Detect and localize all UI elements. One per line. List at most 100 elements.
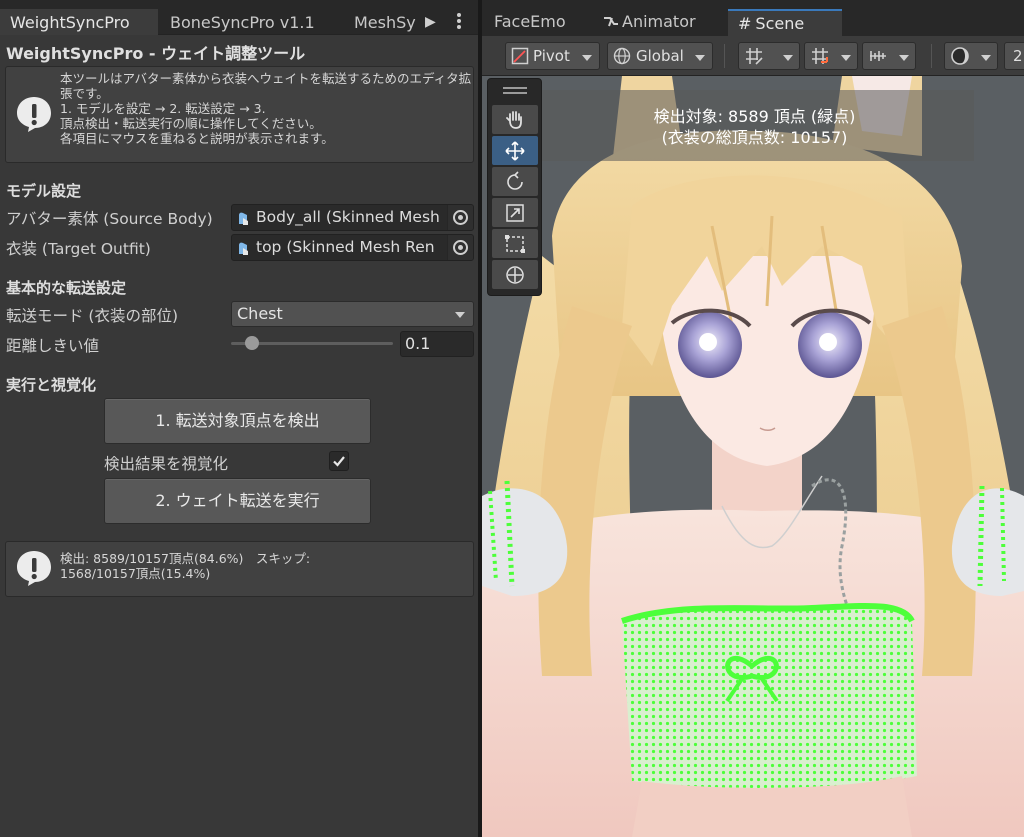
transfer-mode-label: 転送モード (衣装の部位) (6, 307, 179, 325)
help-line: 本ツールはアバター素体から衣装へウェイトを転送するためのエディタ拡 (60, 71, 472, 86)
tab-label: FaceEmo (494, 12, 566, 31)
distance-threshold-label: 距離しきい値 (6, 337, 100, 355)
distance-threshold-value: 0.1 (405, 334, 431, 353)
detect-vertices-button[interactable]: 1. 転送対象頂点を検出 (104, 398, 371, 444)
move-arrows-icon (505, 141, 525, 161)
ruler-icon (870, 51, 886, 61)
tab-animator[interactable]: Animator (593, 9, 706, 36)
tab-scene[interactable]: # Scene (728, 9, 842, 36)
scene-tools-overlay (487, 78, 542, 296)
overlay-line: 検出対象: 8589 頂点 (緑点) (653, 107, 856, 126)
shading-sphere-icon (951, 47, 969, 65)
chevron-down-icon (841, 55, 851, 61)
object-picker-icon[interactable] (447, 205, 473, 230)
right-tab-bar: FaceEmo Animator # Scene (482, 0, 1024, 36)
source-body-value: Body_all (Skinned Mesh (256, 208, 440, 226)
move-tool-button[interactable] (492, 136, 538, 165)
scene-window: FaceEmo Animator # Scene Pivot Global 2 … (482, 0, 1024, 837)
tab-scroll-right-icon[interactable]: ▶ (425, 14, 436, 30)
source-body-field[interactable]: Body_all (Skinned Mesh (231, 204, 474, 231)
transform-tool-button[interactable] (492, 260, 538, 289)
transfer-mode-dropdown[interactable]: Chest (231, 301, 474, 327)
global-dropdown[interactable]: Global (607, 42, 713, 70)
chevron-down-icon (695, 55, 705, 61)
intro-help-box: 本ツールはアバター素体から衣装へウェイトを転送するためのエディタ拡 張です。 1… (5, 66, 474, 163)
avatar-render (482, 76, 1024, 837)
target-outfit-value: top (Skinned Mesh Ren (256, 238, 435, 256)
distance-threshold-input[interactable]: 0.1 (400, 331, 474, 357)
visualize-results-checkbox[interactable] (329, 451, 349, 471)
tab-weightsyncpro[interactable]: WeightSyncPro (0, 9, 158, 35)
snap-settings-dropdown[interactable] (862, 42, 916, 70)
info-exclamation-icon (17, 551, 51, 586)
scene-viewport[interactable]: 検出対象: 8589 頂点 (緑点) (衣装の総頂点数: 10157) (482, 76, 1024, 837)
drag-handle[interactable] (503, 92, 527, 94)
pivot-dropdown[interactable]: Pivot (505, 42, 600, 70)
result-help-text: 検出: 8589/10157頂点(84.6%) スキップ: 1568/10157… (60, 551, 310, 581)
transfer-settings-heading: 基本的な転送設定 (6, 279, 127, 297)
transform-icon (506, 266, 524, 284)
grid-snap-dropdown[interactable] (738, 42, 800, 70)
scale-icon (506, 204, 524, 222)
help-line: 各項目にマウスを重ねると説明が表示されます。 (60, 131, 334, 146)
more-options-icon[interactable] (452, 11, 466, 31)
object-picker-icon[interactable] (447, 235, 473, 260)
overlay-line: (衣装の総頂点数: 10157) (661, 128, 848, 147)
scene-more-button[interactable]: 2 (1004, 42, 1024, 70)
weightsyncpro-window: WeightSyncPro BoneSyncPro v1.1 MeshSy ▶ … (0, 0, 478, 837)
help-line: 検出: 8589/10157頂点(84.6%) スキップ: (60, 551, 311, 566)
tab-faceemo[interactable]: FaceEmo (484, 9, 576, 36)
info-exclamation-icon (17, 97, 51, 132)
pivot-icon (511, 47, 529, 65)
rect-tool-button[interactable] (492, 229, 538, 258)
toolbar-separator (724, 44, 725, 68)
rotate-tool-button[interactable] (492, 167, 538, 196)
chevron-down-icon (455, 312, 465, 318)
rect-transform-icon (505, 235, 525, 253)
intro-help-text: 本ツールはアバター素体から衣装へウェイトを転送するためのエディタ拡 張です。 1… (60, 71, 471, 146)
left-tab-bar: WeightSyncPro BoneSyncPro v1.1 MeshSy ▶ (0, 0, 478, 35)
increment-snap-icon (812, 48, 828, 64)
animator-icon (604, 17, 618, 27)
transfer-mode-value: Chest (237, 304, 283, 323)
tab-bonesyncpro[interactable]: BoneSyncPro v1.1 (160, 9, 338, 35)
chevron-down-icon (783, 55, 793, 61)
skinned-mesh-icon (239, 212, 248, 225)
chevron-down-icon (899, 55, 909, 61)
target-outfit-field[interactable]: top (Skinned Mesh Ren (231, 234, 474, 261)
checkmark-icon (333, 456, 345, 467)
tab-meshsync[interactable]: MeshSy (344, 9, 424, 35)
window-title: WeightSyncPro - ウェイト調整ツール (6, 44, 306, 63)
globe-icon (613, 47, 631, 65)
scene-toolbar: Pivot Global 2 (482, 36, 1024, 76)
chevron-down-icon (582, 55, 592, 61)
scale-tool-button[interactable] (492, 198, 538, 227)
global-label: Global (636, 47, 684, 65)
rotate-icon (507, 171, 523, 190)
toolbar-separator (931, 44, 932, 68)
visualize-results-label: 検出結果を視覚化 (104, 455, 229, 473)
source-body-label: アバター素体 (Source Body) (6, 210, 213, 228)
chevron-down-icon (981, 55, 991, 61)
detection-overlay: 検出対象: 8589 頂点 (緑点) (衣装の総頂点数: 10157) (535, 90, 974, 161)
tab-label: Animator (622, 12, 696, 31)
grid-snap-icon (746, 48, 763, 65)
target-outfit-label: 衣装 (Target Outfit) (6, 240, 151, 258)
hand-tool-button[interactable] (492, 105, 538, 134)
skinned-mesh-icon (239, 242, 248, 255)
transfer-weights-button[interactable]: 2. ウェイト転送を実行 (104, 478, 371, 524)
scene-more-label: 2 (1013, 47, 1023, 65)
tab-label: Scene (755, 14, 805, 33)
help-line: 頂点検出・転送実行の順に操作してください。 (60, 116, 322, 131)
hand-icon (506, 111, 522, 129)
help-line: 1568/10157頂点(15.4%) (60, 566, 211, 581)
increment-snap-dropdown[interactable] (804, 42, 858, 70)
shading-mode-dropdown[interactable] (944, 42, 998, 70)
pivot-label: Pivot (533, 47, 570, 65)
hashtag-grid-icon: # (738, 14, 752, 33)
distance-threshold-slider-thumb[interactable] (245, 336, 259, 350)
result-help-box: 検出: 8589/10157頂点(84.6%) スキップ: 1568/10157… (5, 541, 474, 597)
run-visualize-heading: 実行と視覚化 (6, 376, 97, 394)
drag-handle[interactable] (503, 87, 527, 89)
model-settings-heading: モデル設定 (6, 182, 82, 200)
